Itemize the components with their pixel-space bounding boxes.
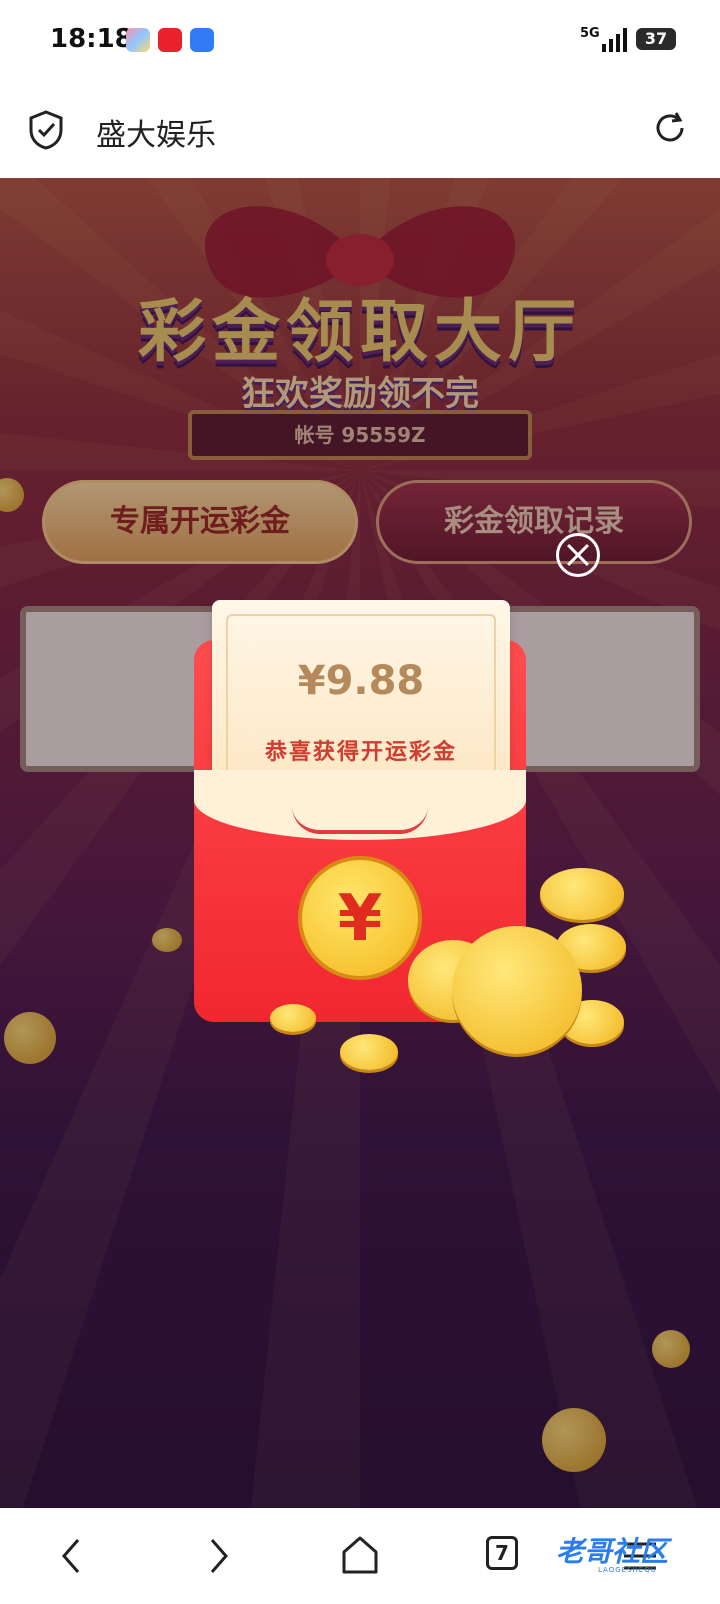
browser-toolbar: 盛大娱乐 xyxy=(0,82,720,178)
watermark-logo: 老哥社区 xyxy=(556,1535,669,1568)
reload-icon[interactable] xyxy=(652,110,688,146)
status-bar: 18:18 5G 37 xyxy=(0,0,720,82)
prize-message: 恭喜获得开运彩金 xyxy=(264,740,457,765)
close-icon[interactable] xyxy=(556,533,600,577)
status-time: 18:18 xyxy=(50,24,133,54)
forward-icon[interactable] xyxy=(190,1528,246,1584)
open-coin-button[interactable]: ¥ xyxy=(298,856,422,980)
photos-app-icon xyxy=(126,28,150,52)
shield-check-icon[interactable] xyxy=(28,110,64,150)
tabs-button[interactable]: 7 xyxy=(486,1536,518,1570)
coin-icon xyxy=(340,1034,398,1070)
prize-amount: ¥9.88 xyxy=(297,658,425,704)
coin-icon xyxy=(540,868,624,920)
page-title: 盛大娱乐 xyxy=(96,118,216,153)
yuan-icon: ¥ xyxy=(337,882,383,956)
card-border xyxy=(226,614,496,796)
network-type: 5G xyxy=(580,26,600,41)
xiaohongshu-app-icon xyxy=(158,28,182,52)
prize-card: ¥9.88 恭喜获得开运彩金 xyxy=(212,600,510,796)
home-icon[interactable] xyxy=(332,1528,388,1584)
files-app-icon xyxy=(190,28,214,52)
coin-icon xyxy=(270,1004,316,1032)
notification-icons xyxy=(126,28,214,52)
back-icon[interactable] xyxy=(44,1528,100,1584)
watermark-subtext: LAOGESHEQU xyxy=(598,1566,657,1574)
battery-icon: 37 xyxy=(636,28,676,50)
signal-icon xyxy=(602,28,627,52)
envelope-flap-line xyxy=(292,806,428,834)
coin-icon xyxy=(452,926,582,1054)
